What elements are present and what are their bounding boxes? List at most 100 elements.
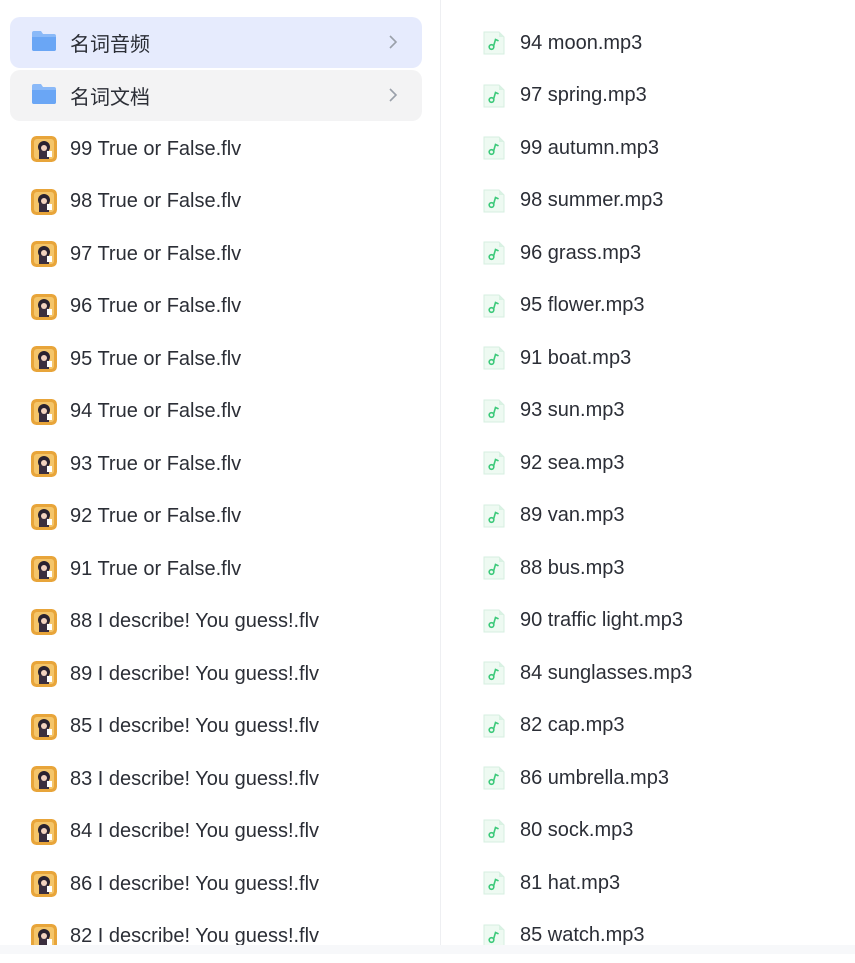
- audio-file-name: 84 sunglasses.mp3: [520, 662, 692, 685]
- column-divider: [440, 0, 441, 945]
- audio-file-icon: [482, 818, 506, 844]
- audio-file-name: 93 sun.mp3: [520, 399, 625, 422]
- left-file-list: 名词音频 名词文档 99 True or False.flv 98 True or…: [10, 17, 422, 963]
- audio-file-name: 86 umbrella.mp3: [520, 767, 669, 790]
- video-thumbnail-icon: [31, 661, 57, 687]
- audio-file-name: 82 cap.mp3: [520, 714, 625, 737]
- video-thumbnail-icon: [31, 241, 57, 267]
- audio-file-item[interactable]: 94 moon.mp3: [470, 17, 840, 70]
- audio-file-item[interactable]: 84 sunglasses.mp3: [470, 647, 840, 700]
- audio-file-name: 90 traffic light.mp3: [520, 609, 683, 632]
- audio-file-item[interactable]: 92 sea.mp3: [470, 437, 840, 490]
- audio-file-name: 94 moon.mp3: [520, 32, 642, 55]
- audio-file-icon: [482, 293, 506, 319]
- folder-item[interactable]: 名词文档: [10, 70, 422, 121]
- video-thumbnail-icon: [31, 399, 57, 425]
- video-file-name: 96 True or False.flv: [70, 295, 241, 318]
- audio-file-icon: [482, 555, 506, 581]
- video-file-item[interactable]: 83 I describe! You guess!.flv: [10, 753, 422, 806]
- video-file-name: 92 True or False.flv: [70, 505, 241, 528]
- audio-file-item[interactable]: 81 hat.mp3: [470, 857, 840, 910]
- audio-file-item[interactable]: 90 traffic light.mp3: [470, 595, 840, 648]
- audio-file-name: 91 boat.mp3: [520, 347, 631, 370]
- audio-file-item[interactable]: 98 summer.mp3: [470, 175, 840, 228]
- audio-file-name: 81 hat.mp3: [520, 872, 620, 895]
- video-file-item[interactable]: 99 True or False.flv: [10, 123, 422, 176]
- audio-file-name: 98 summer.mp3: [520, 189, 663, 212]
- chevron-right-icon: [388, 34, 398, 50]
- video-file-item[interactable]: 91 True or False.flv: [10, 543, 422, 596]
- video-file-item[interactable]: 93 True or False.flv: [10, 438, 422, 491]
- video-file-item[interactable]: 85 I describe! You guess!.flv: [10, 701, 422, 754]
- audio-file-list: 94 moon.mp3 97 spring.mp3 99 autumn.mp3 98 …: [470, 17, 840, 962]
- video-file-item[interactable]: 96 True or False.flv: [10, 281, 422, 334]
- folder-icon: [31, 30, 57, 52]
- video-file-name: 97 True or False.flv: [70, 243, 241, 266]
- folder-item[interactable]: 名词音频: [10, 17, 422, 68]
- video-file-item[interactable]: 88 I describe! You guess!.flv: [10, 596, 422, 649]
- audio-file-icon: [482, 870, 506, 896]
- video-file-name: 99 True or False.flv: [70, 138, 241, 161]
- audio-file-icon: [482, 135, 506, 161]
- video-file-item[interactable]: 94 True or False.flv: [10, 386, 422, 439]
- video-file-item[interactable]: 98 True or False.flv: [10, 176, 422, 229]
- audio-file-item[interactable]: 96 grass.mp3: [470, 227, 840, 280]
- audio-file-icon: [482, 398, 506, 424]
- audio-file-item[interactable]: 95 flower.mp3: [470, 280, 840, 333]
- video-thumbnail-icon: [31, 346, 57, 372]
- audio-file-icon: [482, 660, 506, 686]
- audio-file-icon: [482, 765, 506, 791]
- audio-file-icon: [482, 345, 506, 371]
- audio-file-item[interactable]: 97 spring.mp3: [470, 70, 840, 123]
- video-file-name: 83 I describe! You guess!.flv: [70, 768, 319, 791]
- folder-icon: [31, 83, 57, 105]
- audio-file-icon: [482, 713, 506, 739]
- audio-file-item[interactable]: 91 boat.mp3: [470, 332, 840, 385]
- video-thumbnail-icon: [31, 189, 57, 215]
- video-file-item[interactable]: 86 I describe! You guess!.flv: [10, 858, 422, 911]
- video-file-item[interactable]: 97 True or False.flv: [10, 228, 422, 281]
- audio-file-name: 96 grass.mp3: [520, 242, 641, 265]
- bottom-edge: [0, 945, 855, 954]
- video-file-item[interactable]: 84 I describe! You guess!.flv: [10, 806, 422, 859]
- video-file-name: 88 I describe! You guess!.flv: [70, 610, 319, 633]
- audio-file-item[interactable]: 99 autumn.mp3: [470, 122, 840, 175]
- video-thumbnail-icon: [31, 294, 57, 320]
- audio-file-icon: [482, 188, 506, 214]
- audio-file-name: 85 watch.mp3: [520, 924, 645, 947]
- video-thumbnail-icon: [31, 556, 57, 582]
- audio-file-item[interactable]: 85 watch.mp3: [470, 910, 840, 963]
- audio-file-name: 97 spring.mp3: [520, 84, 647, 107]
- audio-file-item[interactable]: 93 sun.mp3: [470, 385, 840, 438]
- video-file-item[interactable]: 95 True or False.flv: [10, 333, 422, 386]
- video-file-name: 98 True or False.flv: [70, 190, 241, 213]
- video-file-name: 93 True or False.flv: [70, 453, 241, 476]
- video-file-item[interactable]: 82 I describe! You guess!.flv: [10, 911, 422, 963]
- video-file-name: 85 I describe! You guess!.flv: [70, 715, 319, 738]
- video-thumbnail-icon: [31, 504, 57, 530]
- audio-file-icon: [482, 30, 506, 56]
- audio-file-name: 99 autumn.mp3: [520, 137, 659, 160]
- video-file-item[interactable]: 89 I describe! You guess!.flv: [10, 648, 422, 701]
- audio-file-name: 95 flower.mp3: [520, 294, 645, 317]
- audio-file-icon: [482, 503, 506, 529]
- audio-file-icon: [482, 608, 506, 634]
- audio-file-item[interactable]: 88 bus.mp3: [470, 542, 840, 595]
- video-file-name: 95 True or False.flv: [70, 348, 241, 371]
- audio-file-item[interactable]: 80 sock.mp3: [470, 805, 840, 858]
- audio-file-icon: [482, 450, 506, 476]
- video-file-name: 86 I describe! You guess!.flv: [70, 873, 319, 896]
- video-file-name: 89 I describe! You guess!.flv: [70, 663, 319, 686]
- audio-file-item[interactable]: 86 umbrella.mp3: [470, 752, 840, 805]
- audio-file-item[interactable]: 89 van.mp3: [470, 490, 840, 543]
- audio-file-icon: [482, 83, 506, 109]
- video-thumbnail-icon: [31, 871, 57, 897]
- video-thumbnail-icon: [31, 451, 57, 477]
- video-file-item[interactable]: 92 True or False.flv: [10, 491, 422, 544]
- video-file-name: 91 True or False.flv: [70, 558, 241, 581]
- audio-file-item[interactable]: 82 cap.mp3: [470, 700, 840, 753]
- audio-file-name: 88 bus.mp3: [520, 557, 625, 580]
- audio-file-name: 89 van.mp3: [520, 504, 625, 527]
- video-file-name: 84 I describe! You guess!.flv: [70, 820, 319, 843]
- folder-label: 名词音频: [70, 28, 150, 57]
